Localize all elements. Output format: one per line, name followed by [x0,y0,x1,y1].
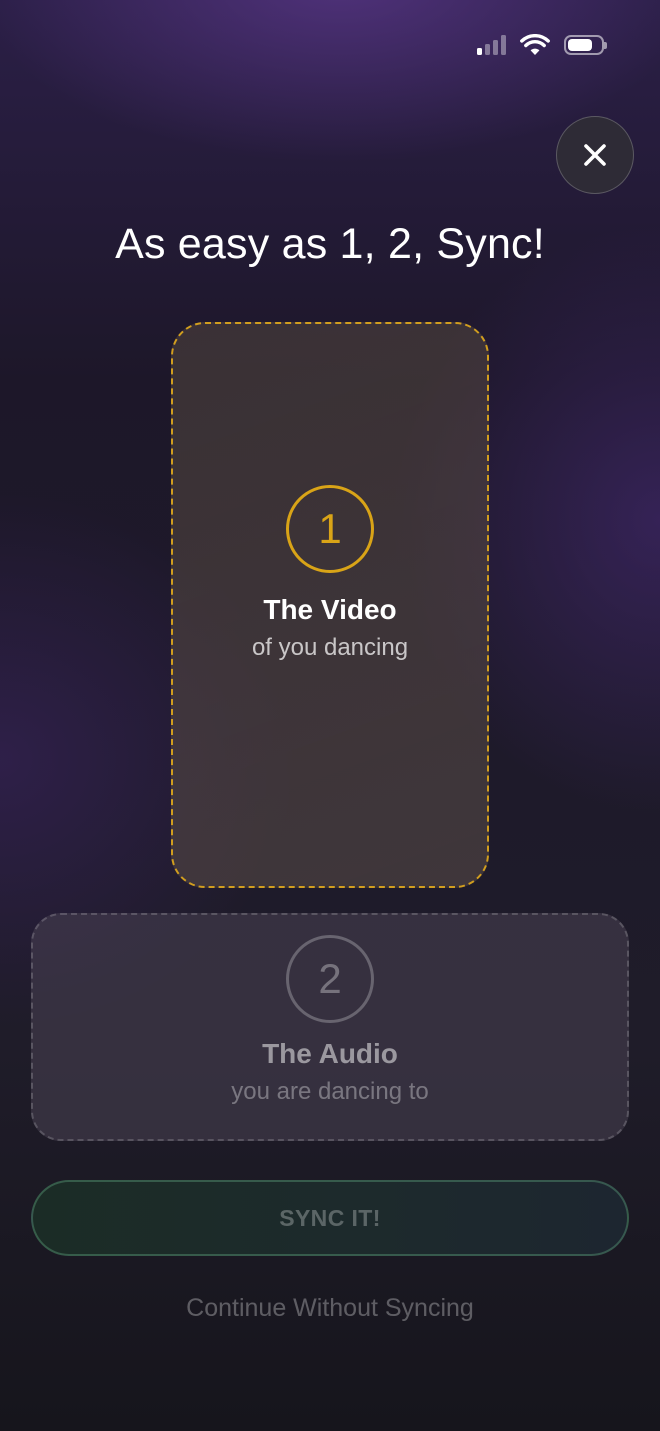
step-title: The Video [263,594,397,625]
cellular-signal-icon [477,35,506,55]
sync-it-button[interactable]: SYNC IT! [31,1180,629,1256]
close-icon [584,144,606,166]
status-bar [477,30,607,60]
video-step-card[interactable]: 1 The Video of you dancing [171,322,489,888]
audio-step-card[interactable]: 2 The Audio you are dancing to [31,913,629,1141]
battery-level [568,39,592,51]
step-subtitle: you are dancing to [231,1078,429,1105]
close-button[interactable] [556,116,634,194]
page-title: As easy as 1, 2, Sync! [115,220,545,268]
step-number-badge: 2 [286,935,374,1023]
step-number-badge: 1 [286,485,374,573]
battery-icon [564,35,607,55]
wifi-icon [520,34,550,55]
step-title: The Audio [262,1038,398,1069]
continue-without-syncing-link[interactable]: Continue Without Syncing [0,1290,660,1326]
step-subtitle: of you dancing [251,634,409,661]
